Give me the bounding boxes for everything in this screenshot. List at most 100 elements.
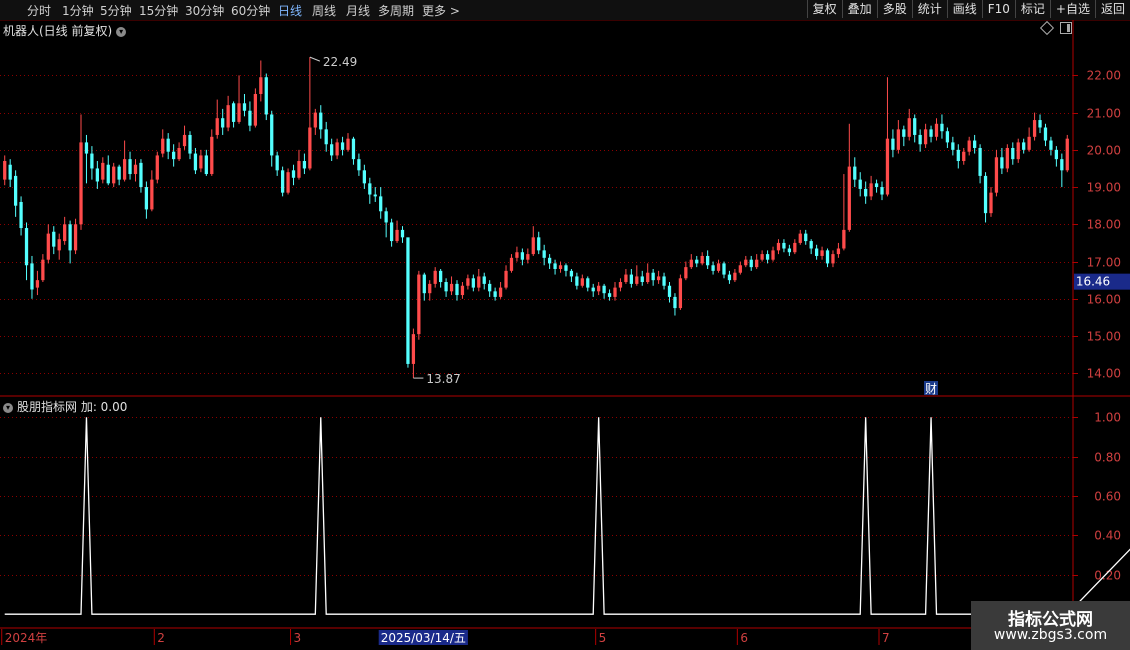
main-panel-title: 机器人(日线 前复权) ▾ — [3, 22, 127, 39]
high-price-label: 22.49 — [323, 55, 357, 69]
candle-body — [874, 183, 879, 188]
candle-body — [357, 159, 361, 171]
candle-body — [765, 254, 770, 260]
candle-body — [553, 263, 557, 269]
candle-body — [182, 134, 187, 147]
candle-body — [629, 274, 633, 284]
candle-body — [215, 118, 219, 135]
candle-body — [793, 242, 797, 253]
y-tick-label: 22.00 — [1087, 69, 1121, 83]
candle-body — [1049, 140, 1053, 150]
candle-body — [945, 131, 950, 143]
watermark-url: www.zbgs3.com — [993, 627, 1108, 643]
x-axis-label: 7 — [882, 631, 890, 645]
candle-body — [896, 129, 900, 150]
candle-body — [112, 166, 116, 184]
candle-body — [673, 296, 677, 309]
candle-body — [656, 276, 661, 281]
x-axis-label: 6 — [740, 631, 748, 645]
candle-body — [150, 179, 154, 210]
candle-body — [956, 149, 960, 162]
candle-body — [597, 285, 601, 292]
candle-body — [814, 248, 819, 256]
candle-body — [695, 259, 699, 264]
event-marker-label: 财 — [925, 382, 937, 396]
y-tick-label: 14.00 — [1087, 367, 1121, 381]
chevron-down-icon[interactable]: ▾ — [3, 402, 13, 413]
high-pointer — [309, 56, 321, 62]
candle-body — [1022, 142, 1026, 150]
candle-body — [395, 229, 399, 242]
candle-body — [466, 278, 470, 286]
candle-body — [204, 155, 208, 175]
candle-body — [368, 183, 372, 195]
candle-body — [155, 155, 159, 180]
candle-body — [57, 239, 61, 251]
candle-body — [384, 211, 388, 223]
candle-body — [444, 282, 448, 292]
candle-body — [989, 192, 993, 214]
candle-body — [389, 222, 394, 242]
x-axis-label: 5 — [599, 631, 607, 645]
candle-body — [199, 155, 203, 169]
candle-body — [782, 242, 786, 249]
candle-body — [19, 201, 23, 229]
candle-body — [231, 103, 236, 122]
candle-body — [422, 274, 426, 294]
candle-body — [221, 118, 225, 128]
candle-body — [477, 276, 481, 288]
candle-body — [537, 237, 541, 251]
candle-body — [253, 93, 258, 126]
candle-body — [798, 233, 802, 243]
candle-body — [836, 248, 841, 255]
candle-body — [144, 187, 149, 210]
candle-body — [547, 257, 552, 264]
candle-body — [340, 142, 345, 150]
candle-body — [831, 254, 835, 264]
y-tick-label: 0.60 — [1094, 490, 1121, 504]
candle-body — [433, 270, 437, 284]
candle-body — [280, 170, 285, 193]
candle-body — [853, 166, 857, 180]
candle-body — [760, 254, 764, 260]
candle-body — [84, 142, 89, 154]
candle-body — [24, 228, 29, 266]
candle-body — [776, 242, 781, 251]
candle-body — [651, 272, 655, 281]
candle-body — [722, 263, 726, 275]
indicator-line — [4, 417, 1130, 615]
candle-body — [1038, 120, 1042, 128]
y-tick-label: 1.00 — [1094, 411, 1121, 425]
candle-body — [346, 138, 350, 150]
y-tick-label: 0.40 — [1094, 529, 1121, 543]
candle-body — [940, 123, 944, 132]
candle-body — [335, 142, 339, 156]
candle-body — [880, 187, 884, 195]
candle-body — [934, 123, 939, 137]
candle-body — [1043, 127, 1048, 141]
candle-body — [1054, 149, 1059, 160]
candle-body — [847, 166, 851, 230]
candle-body — [586, 278, 590, 288]
y-tick-label: 21.00 — [1087, 107, 1121, 121]
candle-body — [264, 77, 268, 115]
chevron-down-icon[interactable]: ▾ — [116, 26, 127, 37]
candle-body — [575, 276, 579, 286]
window-toggle-icon[interactable] — [1060, 22, 1072, 34]
candle-body — [531, 237, 535, 255]
candle-body — [439, 270, 443, 283]
candle-body — [978, 147, 982, 176]
candle-body — [662, 276, 666, 286]
candle-body — [117, 166, 121, 180]
candle-body — [248, 110, 252, 126]
candle-body — [13, 175, 18, 206]
candle-body — [804, 233, 808, 242]
candle-body — [1016, 142, 1020, 160]
candle-body — [1027, 136, 1031, 150]
candle-body — [913, 118, 917, 135]
candle-body — [460, 285, 465, 296]
candle-body — [613, 287, 617, 297]
candle-body — [471, 278, 475, 288]
candle-body — [825, 250, 830, 264]
candle-body — [558, 265, 563, 269]
